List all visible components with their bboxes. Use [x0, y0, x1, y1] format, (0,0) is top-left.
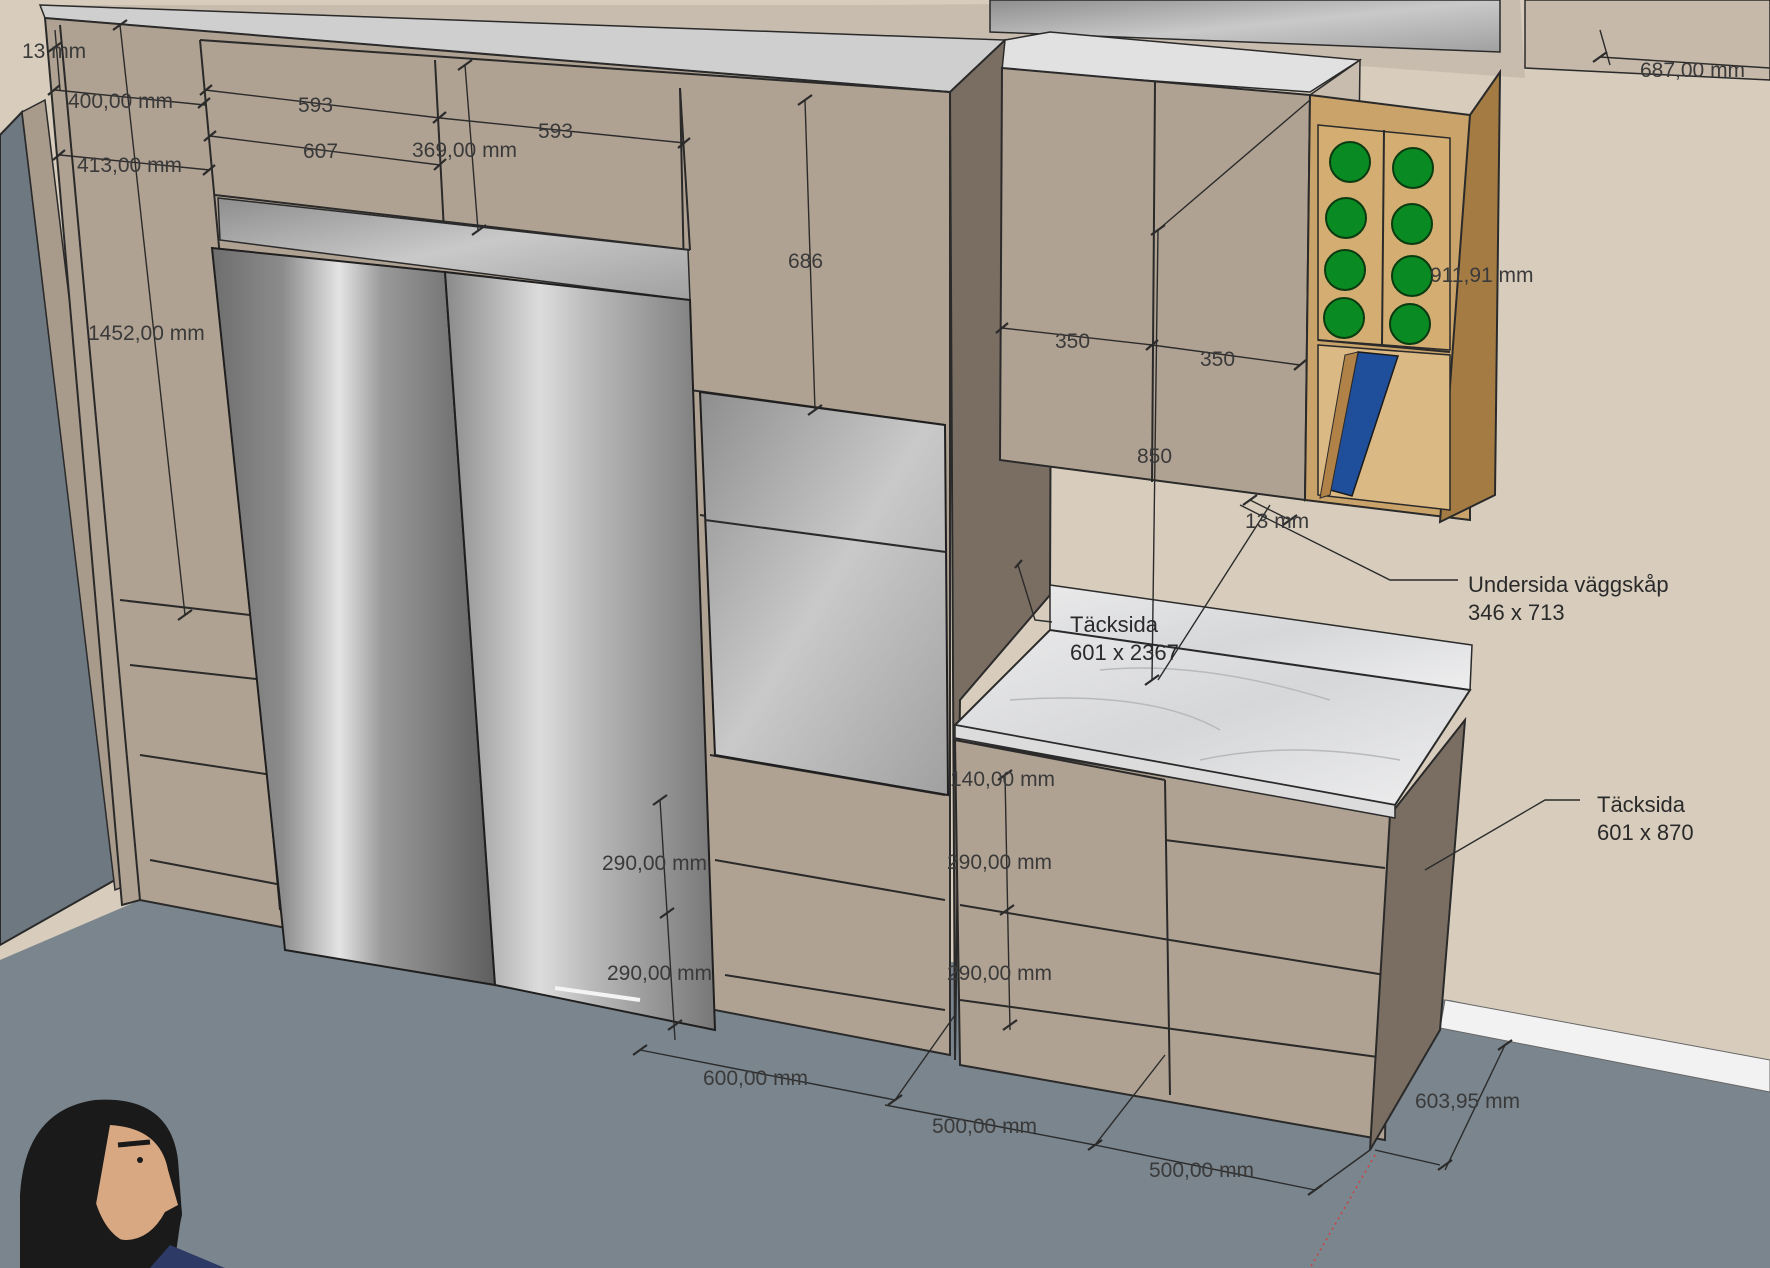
dim-593-b: 593: [538, 120, 573, 143]
note-underside-title: Undersida väggskåp: [1468, 572, 1669, 597]
dim-603: 603,95 mm: [1415, 1090, 1520, 1113]
dim-140: 140,00 mm: [950, 768, 1055, 791]
note-underside-size: 346 x 713: [1468, 600, 1565, 625]
dim-290-a: 290,00 mm: [602, 852, 707, 875]
dim-290-c: 290,00 mm: [607, 962, 712, 985]
dim-13-top: 13 mm: [22, 40, 86, 63]
note-cover-tall-size: 601 x 2367: [1070, 640, 1179, 665]
dim-1452: 1452,00 mm: [88, 322, 205, 345]
dim-500-a: 500,00 mm: [932, 1115, 1037, 1138]
dim-290-d: 290,00 mm: [947, 962, 1052, 985]
note-cover-base-size: 601 x 870: [1597, 820, 1694, 845]
dim-686: 686: [788, 250, 823, 273]
dim-350-b: 350: [1200, 348, 1235, 371]
dim-369: 369,00 mm: [412, 139, 517, 162]
dim-850: 850: [1137, 445, 1172, 468]
dim-600: 600,00 mm: [703, 1067, 808, 1090]
dim-500-b: 500,00 mm: [1149, 1159, 1254, 1182]
dim-911: 911,91 mm: [1430, 264, 1534, 287]
dim-400: 400,00 mm: [68, 90, 173, 113]
kitchen-design-diagram: 13 mm 400,00 mm 413,00 mm 593 607 593 36…: [0, 0, 1770, 1268]
dim-687: 687,00 mm: [1640, 59, 1745, 82]
dim-607: 607: [303, 140, 338, 163]
dim-350-a: 350: [1055, 330, 1090, 353]
oven-panel: [698, 390, 950, 797]
note-cover-tall-title: Täcksida: [1070, 612, 1159, 637]
dim-13-bottom: 13 mm: [1245, 510, 1309, 533]
dim-413: 413,00 mm: [77, 154, 182, 177]
note-cover-base-title: Täcksida: [1597, 792, 1686, 817]
dim-290-b: 290,00 mm: [947, 851, 1052, 874]
dim-593-a: 593: [298, 94, 333, 117]
